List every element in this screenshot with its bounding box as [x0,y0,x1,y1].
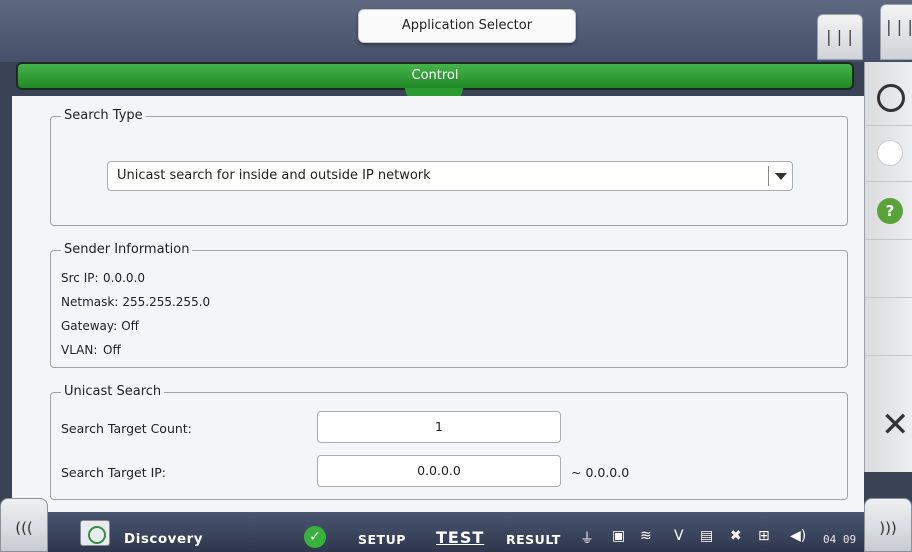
menu-bars-icon: ||| [824,27,856,46]
src-ip-label: Src IP: [61,271,99,285]
close-button[interactable]: ✕ [865,356,912,472]
step-setup[interactable]: SETUP [358,532,406,547]
plug-icon: ⏚ [580,531,594,547]
wifi-icon: ≋ [640,528,652,544]
src-ip-row: Src IP: 0.0.0.0 [61,271,145,285]
status-dot-icon [877,140,903,166]
nav-right-button[interactable]: ))) [864,498,912,552]
search-target-count-label: Search Target Count: [61,421,192,436]
unicast-search-legend: Unicast Search [61,384,165,399]
nav-left-button[interactable]: ((( [0,498,48,552]
menu-bars-icon: ||| [884,17,912,36]
netmask-label: Netmask: [61,295,119,309]
vlan-row: VLAN: Off [61,343,121,357]
clock: 04 09 [823,533,857,546]
close-icon: ✕ [881,405,910,445]
sender-information-group: Sender Information Src IP: 0.0.0.0 Netmas… [50,242,848,368]
side-empty-1 [865,240,912,298]
step-result[interactable]: RESULT [506,532,561,547]
control-bar[interactable]: Control [16,62,854,90]
gateway-value: Off [121,319,139,333]
search-type-select[interactable]: Unicast search for inside and outside IP… [107,161,793,191]
network-icon: ⊞ [758,528,770,544]
search-type-value: Unicast search for inside and outside IP… [117,168,431,183]
netmask-row: Netmask: 255.255.255.0 [61,295,210,309]
search-button[interactable] [865,62,912,126]
application-selector-tab[interactable]: Application Selector [358,9,576,43]
help-button[interactable]: ? [865,182,912,240]
panel-handle-left[interactable]: ||| [817,14,863,60]
vlan-label: VLAN: [61,343,98,357]
main-panel: Search Type Unicast search for inside an… [12,96,864,512]
v-indicator: V [674,528,684,544]
dropdown-arrow-icon[interactable] [768,166,792,186]
gateway-label: Gateway: [61,319,118,333]
storage-icon: ▣ [612,528,626,544]
search-target-ip-end: ~ 0.0.0.0 [571,465,630,480]
unicast-search-group: Unicast Search Search Target Count: 1 Se… [50,384,848,500]
terminal-icon: ▤ [700,528,714,544]
search-target-ip-label: Search Target IP: [61,465,166,480]
side-empty-2 [865,298,912,356]
check-ok-icon: ✓ [304,526,326,548]
search-type-legend: Search Type [61,108,146,123]
speaker-icon: ◀) [790,528,807,544]
search-target-ip-input[interactable]: 0.0.0.0 [317,455,561,487]
app-name: Discovery [124,531,204,547]
step-test[interactable]: TEST [436,528,484,547]
search-type-group: Search Type Unicast search for inside an… [50,108,848,226]
vlan-value: Off [103,343,121,357]
sender-information-legend: Sender Information [61,242,193,257]
src-ip-value: 0.0.0.0 [103,271,145,285]
satellite-icon: ✖ [730,528,742,544]
netmask-value: 255.255.255.0 [122,295,211,309]
search-icon [877,84,905,112]
status-button[interactable] [865,126,912,182]
gateway-row: Gateway: Off [61,319,139,333]
side-panel: ? ✕ [864,62,912,472]
search-target-count-input[interactable]: 1 [317,411,561,443]
discovery-app-icon[interactable] [80,520,110,546]
panel-handle-right[interactable]: ||| [880,4,912,60]
help-icon: ? [877,198,903,224]
